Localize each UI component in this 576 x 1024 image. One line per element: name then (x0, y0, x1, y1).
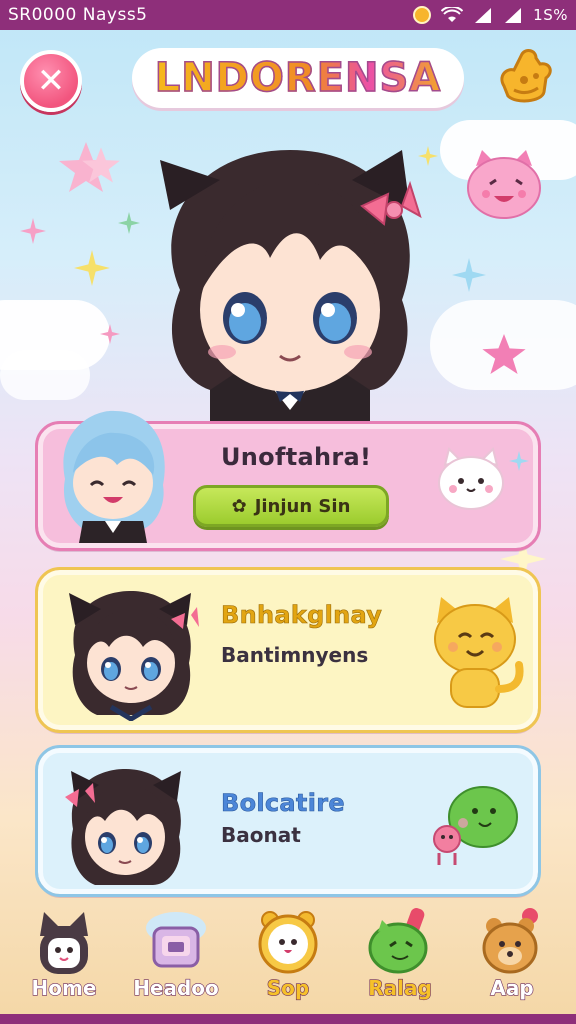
paw-icon: ✿ (231, 495, 247, 517)
nav-label: Aap (490, 975, 535, 1000)
card-adventure[interactable]: Bolcatire Baonat (35, 745, 541, 897)
trophy-icon[interactable] (496, 46, 556, 108)
game-title: LNDORENSA (132, 48, 464, 108)
play-button[interactable]: ✿ Jinjun Sin (193, 485, 389, 527)
cat-ear-girl-character (69, 591, 199, 721)
nav-label: Sop (266, 975, 310, 1000)
card-title: Bnhakglnay (221, 601, 383, 630)
home-icon (40, 912, 88, 974)
card-subtitle: Bantimnyens (221, 643, 369, 667)
game-screen: SR0000 Nayss5 1S% ✕ LNDORENSA Unoftahra!… (0, 0, 576, 1024)
card-title: Bolcatire (221, 789, 345, 818)
star-icon (482, 334, 526, 374)
clock-icon (258, 911, 318, 974)
status-bar: SR0000 Nayss5 1S% (0, 0, 576, 30)
carrier-label: SR0000 Nayss5 (8, 5, 148, 25)
star-icon (452, 258, 486, 292)
play-button-label: Jinjun Sin (254, 495, 351, 517)
nav-label: Home (31, 975, 97, 1000)
blue-hair-character (63, 410, 165, 543)
sparkle-icon (509, 451, 529, 471)
battery-label: 1S% (533, 6, 568, 24)
star-icon (74, 250, 110, 286)
sparkle-icon (118, 212, 140, 234)
pink-cat-pet (467, 150, 541, 219)
nav-label: Ralag (368, 975, 433, 1000)
star-icon (82, 147, 120, 183)
pink-critter-pet (433, 825, 461, 865)
bear-icon (482, 908, 538, 974)
cat-ear-girl-character (65, 769, 181, 885)
card-character[interactable]: Bnhakglnay Bantimnyens (35, 567, 541, 733)
nav-sop[interactable]: Sop (238, 906, 338, 1016)
sparkle-icon (20, 218, 46, 244)
card-title: Unoftahra! (221, 443, 372, 471)
hero-character (160, 150, 422, 430)
bottom-nav: Home Headoo Sop Ralag Aap (0, 900, 576, 1024)
nav-home[interactable]: Home (14, 906, 114, 1016)
close-icon: ✕ (36, 61, 66, 101)
nav-ralag[interactable]: Ralag (350, 906, 450, 1016)
game-title-text: LNDORENSA (154, 54, 442, 102)
white-cat-pet (438, 447, 504, 510)
signal-icon (475, 8, 492, 23)
cloud (0, 350, 90, 400)
card-event[interactable]: Unoftahra! ✿ Jinjun Sin (35, 410, 541, 551)
bottom-strip (0, 1014, 576, 1024)
nav-headoo[interactable]: Headoo (126, 906, 226, 1016)
dino-icon (368, 908, 428, 974)
status-icons: 1S% (413, 6, 568, 24)
close-button[interactable]: ✕ (20, 50, 82, 112)
tv-icon (146, 912, 206, 968)
signal-icon (505, 8, 522, 23)
nav-label: Headoo (133, 975, 220, 1000)
sparkle-icon (100, 324, 120, 344)
wifi-icon (441, 7, 464, 22)
card-subtitle: Baonat (221, 823, 301, 847)
coin-icon (413, 6, 432, 24)
orange-cat-pet (434, 597, 524, 708)
nav-aap[interactable]: Aap (462, 906, 562, 1016)
